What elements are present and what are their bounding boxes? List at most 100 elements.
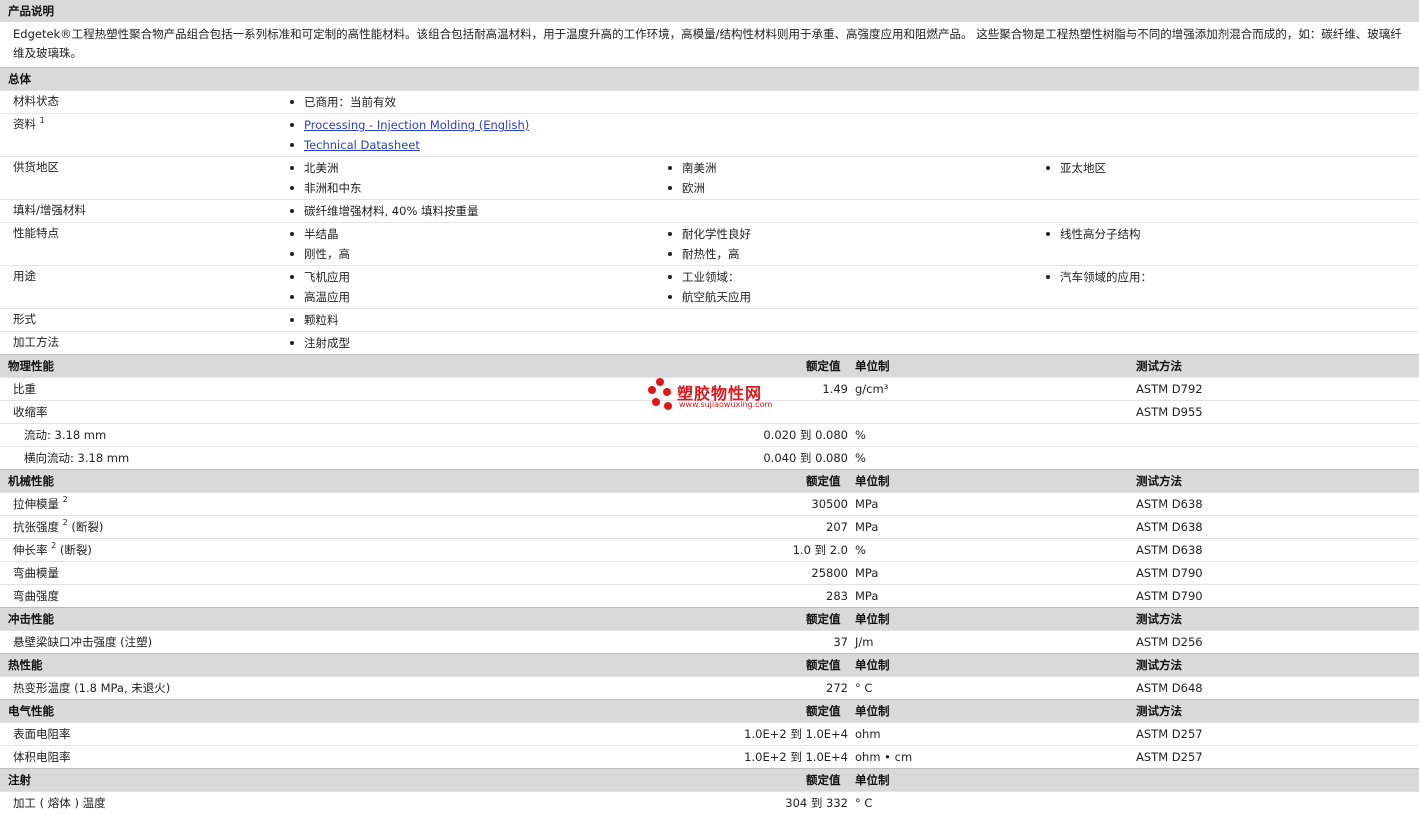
property-unit: MPa — [855, 566, 879, 580]
bullet-text: 欧洲 — [682, 181, 705, 195]
column-header-value: 额定值 — [806, 474, 841, 488]
document-link[interactable]: Processing - Injection Molding (English) — [304, 118, 529, 132]
property-label-text: 比重 — [13, 382, 36, 396]
bullet-icon — [1046, 231, 1050, 236]
column-header-test: 测试方法 — [1136, 474, 1182, 488]
property-value: 304 到 332 — [785, 796, 848, 810]
bullet-item: 飞机应用 — [290, 267, 350, 287]
bullet-icon — [668, 294, 672, 299]
section-title: 冲击性能 — [8, 612, 54, 626]
section-header-general: 总体 — [0, 67, 1419, 90]
property-label: 弯曲强度 — [13, 585, 59, 607]
column-header-test: 测试方法 — [1136, 612, 1182, 626]
column-header-unit: 单位制 — [855, 704, 890, 718]
property-row: 热变形温度 (1.8 MPa, 未退火) 272 ° C ASTM D648 — [0, 676, 1419, 699]
property-condition: (断裂) — [59, 543, 92, 557]
property-row: 表面电阻率 1.0E+2 到 1.0E+4 ohm ASTM D257 — [0, 722, 1419, 745]
property-unit: MPa — [855, 520, 879, 534]
general-row-label-text: 性能特点 — [13, 226, 59, 240]
property-label: 弯曲模量 — [13, 562, 59, 584]
section-header-product: 产品说明 — [0, 0, 1419, 22]
bullet-icon — [290, 294, 294, 299]
section-title: 热性能 — [8, 658, 43, 672]
property-test-method: ASTM D790 — [1136, 589, 1203, 603]
bullet-icon — [290, 142, 294, 147]
property-test-method: ASTM D638 — [1136, 497, 1203, 511]
general-row-label: 材料状态 — [13, 91, 59, 111]
property-row: 抗张强度 2 (断裂) 207 MPa ASTM D638 — [0, 515, 1419, 538]
bullet-item: 工业领域： — [668, 267, 740, 287]
column-header-unit: 单位制 — [855, 773, 890, 787]
bullet-icon — [668, 274, 672, 279]
property-row: 弯曲模量 25800 MPa ASTM D790 — [0, 561, 1419, 584]
general-row: 用途 飞机应用 工业领域： 汽车领域的应用： 高温应用 航空航天应用 — [0, 265, 1419, 308]
section-title: 电气性能 — [8, 704, 54, 718]
property-unit: J/m — [855, 635, 874, 649]
section-header: 注射 额定值 单位制 — [0, 768, 1419, 791]
property-test-method: ASTM D256 — [1136, 635, 1203, 649]
property-test-method: ASTM D257 — [1136, 727, 1203, 741]
bullet-text: 半结晶 — [304, 227, 339, 241]
property-label-text: 拉伸模量 — [13, 497, 59, 511]
section-header: 热性能 额定值 单位制 测试方法 — [0, 653, 1419, 676]
general-row: 材料状态 已商用：当前有效 — [0, 90, 1419, 113]
bullet-icon — [290, 340, 294, 345]
section-title: 物理性能 — [8, 359, 54, 373]
general-row-label: 填料/增强材料 — [13, 200, 86, 220]
column-header-unit: 单位制 — [855, 658, 890, 672]
bullet-item: 颗粒料 — [290, 310, 339, 330]
property-label: 抗张强度 2 (断裂) — [13, 516, 103, 538]
property-row: 悬壁梁缺口冲击强度 (注塑) 37 J/m ASTM D256 — [0, 630, 1419, 653]
property-unit: ohm • cm — [855, 750, 913, 764]
property-label: 流动: 3.18 mm — [24, 424, 106, 446]
bullet-icon — [290, 99, 294, 104]
property-value: 25800 — [811, 566, 848, 580]
bullet-item: 已商用：当前有效 — [290, 92, 396, 112]
bullet-icon — [668, 231, 672, 236]
column-header-value: 额定值 — [806, 773, 841, 787]
property-row: 伸长率 2 (断裂) 1.0 到 2.0% ASTM D638 — [0, 538, 1419, 561]
bullet-item: 线性高分子结构 — [1046, 224, 1141, 244]
property-row: 拉伸模量 2 30500 MPa ASTM D638 — [0, 492, 1419, 515]
general-row-label: 用途 — [13, 266, 36, 286]
bullet-text: 北美洲 — [304, 161, 339, 175]
datasheet: 产品说明 Edgetek®工程热塑性聚合物产品组合包括一系列标准和可定制的高性能… — [0, 0, 1419, 814]
bullet-item: 注射成型 — [290, 333, 350, 353]
general-row-label: 形式 — [13, 309, 36, 329]
bullet-icon — [668, 165, 672, 170]
property-label: 热变形温度 (1.8 MPa, 未退火) — [13, 677, 170, 699]
column-header-value: 额定值 — [806, 359, 841, 373]
property-value: 0.020 到 0.080 — [763, 428, 848, 442]
column-header-test: 测试方法 — [1136, 658, 1182, 672]
property-label-text: 表面电阻率 — [13, 727, 71, 741]
bullet-icon — [1046, 274, 1050, 279]
general-row: 形式 颗粒料 — [0, 308, 1419, 331]
bullet-item: 半结晶 — [290, 224, 339, 244]
property-test-method: ASTM D638 — [1136, 543, 1203, 557]
bullet-item: 耐化学性良好 — [668, 224, 751, 244]
bullet-icon — [290, 317, 294, 322]
property-test-method: ASTM D955 — [1136, 405, 1203, 419]
footnote-marker: 2 — [62, 495, 68, 504]
section-header: 机械性能 额定值 单位制 测试方法 — [0, 469, 1419, 492]
document-link-item[interactable]: Technical Datasheet — [290, 135, 420, 155]
general-row-label-text: 填料/增强材料 — [13, 203, 86, 217]
bullet-item: 南美洲 — [668, 158, 717, 178]
watermark-logo: 塑胶物性网 www.sujiaowuxing.com — [648, 376, 788, 416]
property-unit: g/cm³ — [855, 382, 889, 396]
property-row: 弯曲强度 283 MPa ASTM D790 — [0, 584, 1419, 607]
bullet-text: 亚太地区 — [1060, 161, 1106, 175]
property-label: 表面电阻率 — [13, 723, 71, 745]
bullet-icon — [290, 185, 294, 190]
general-row-label: 性能特点 — [13, 223, 59, 243]
general-row-label-text: 形式 — [13, 312, 36, 326]
document-link[interactable]: Technical Datasheet — [304, 138, 420, 152]
property-label-text: 加工 ( 熔体 ) 温度 — [13, 796, 106, 810]
bullet-item: 北美洲 — [290, 158, 339, 178]
property-value: 1.0 到 2.0 — [792, 543, 848, 557]
property-value: 1.0E+2 到 1.0E+4 — [744, 727, 848, 741]
document-link-item[interactable]: Processing - Injection Molding (English) — [290, 115, 529, 135]
general-row-label: 供货地区 — [13, 157, 59, 177]
general-row-label-text: 用途 — [13, 269, 36, 283]
property-unit: % — [855, 543, 866, 557]
